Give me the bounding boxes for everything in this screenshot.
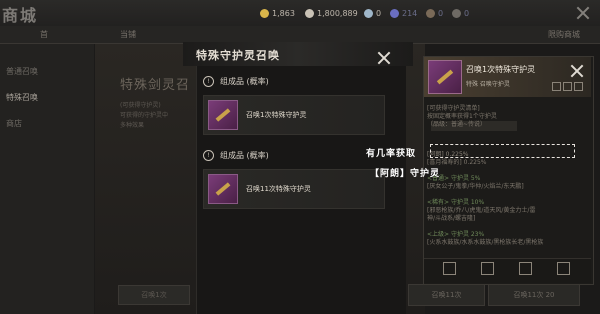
currency-gold: 1,863 xyxy=(260,5,295,21)
annotation-line-2: 【阿朗】守护灵 xyxy=(370,169,441,179)
section-header: ! 组成品 (概率) xyxy=(203,74,383,88)
app-title: 商城 xyxy=(2,6,39,25)
item-title: 召唤1次特殊守护灵 xyxy=(466,65,536,74)
currency-gem: 214 xyxy=(390,5,417,21)
anvil-icon[interactable] xyxy=(519,262,532,275)
currency-token: 0 xyxy=(426,5,443,21)
background-line: 多种效果 xyxy=(120,122,145,129)
background-line: 可获得的守护灵中 xyxy=(120,112,169,119)
gold-coin-icon xyxy=(260,8,269,18)
sidebar-item-normal-summon[interactable]: 普通召唤 xyxy=(6,66,38,77)
section-header: ! 组成品 (概率) xyxy=(203,148,383,162)
info-icon[interactable]: ! xyxy=(203,149,214,161)
modal-close-icon[interactable] xyxy=(377,51,391,65)
modal-title: 特殊守护灵召唤 xyxy=(196,49,280,62)
summon-scroll-icon xyxy=(428,60,462,94)
sidebar-item-special-summon[interactable]: 特殊召唤 xyxy=(6,92,38,103)
background-title: 特殊剑灵召 xyxy=(120,78,191,93)
currency-silver: 1,800,889 xyxy=(305,5,358,21)
ticket-icon xyxy=(452,8,461,18)
summon-1-option[interactable]: 召唤1次特殊守护灵 xyxy=(203,95,385,135)
scale-icon[interactable] xyxy=(443,262,456,275)
tab-limited-store[interactable]: 限购商城 xyxy=(548,29,580,40)
currency-jade: 0 xyxy=(364,5,381,21)
summon-scroll-icon xyxy=(208,174,238,204)
background-summon-1-button[interactable]: 召唤1次 xyxy=(118,285,190,305)
sidebar-item-shop[interactable]: 商店 xyxy=(6,118,22,129)
top-bar xyxy=(0,0,600,27)
annotation-line-1: 有几率获取 xyxy=(366,149,417,159)
sidebar: 普通召唤 特殊召唤 商店 xyxy=(0,44,94,314)
item-line: （品级：普通~传说） xyxy=(427,121,487,128)
item-line: [厌女公子/鬼拳/华仲/火焰兰/东天鹏] xyxy=(427,183,524,190)
item-subtitle: 特殊 召唤守护灵 xyxy=(466,81,510,88)
gem-icon xyxy=(390,8,399,18)
summon-11-cost-button[interactable]: 召唤11次 20 xyxy=(488,284,580,306)
summon-11-button[interactable]: 召唤11次 xyxy=(408,284,485,306)
token-icon xyxy=(426,8,435,18)
pin-icon[interactable] xyxy=(574,82,583,91)
summon-scroll-icon xyxy=(208,100,238,130)
summon-11-option[interactable]: 召唤11次特殊守护灵 xyxy=(203,169,385,209)
item-line: [火系水鼓族/水系水鼓族/黑枪族长老/黑枪族 xyxy=(427,239,544,246)
info-icon[interactable]: ! xyxy=(203,75,214,87)
tools-icon[interactable] xyxy=(557,262,570,275)
background-line: (可获得守护灵) xyxy=(120,102,161,109)
item-line: [喜月福寿的] 0.225% xyxy=(427,159,487,166)
silver-coin-icon xyxy=(305,8,314,18)
tab-pawnshop[interactable]: 当铺 xyxy=(120,29,136,40)
share-icon[interactable] xyxy=(563,82,572,91)
lock-icon[interactable] xyxy=(552,82,561,91)
window-close-icon[interactable] xyxy=(576,6,588,18)
item-line: 神/斗战系/螺吉隆] xyxy=(427,215,476,222)
tab-first[interactable]: 首 xyxy=(40,29,48,40)
currency-ticket: 0 xyxy=(452,5,469,21)
edit-icon[interactable] xyxy=(481,262,494,275)
annotation-highlight-box xyxy=(430,144,575,158)
jade-icon xyxy=(364,8,373,18)
item-panel-close-icon[interactable] xyxy=(570,64,584,78)
